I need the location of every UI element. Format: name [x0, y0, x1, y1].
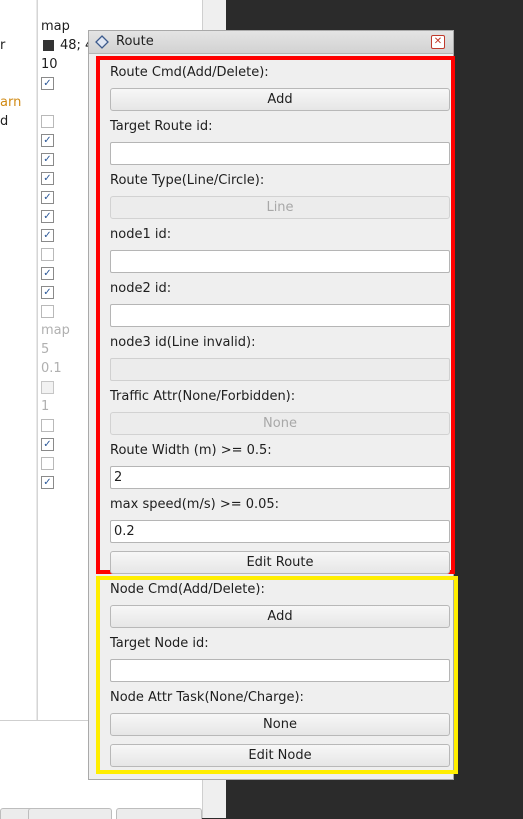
route-type-button[interactable]: Line	[110, 196, 450, 219]
max-speed-label: max speed(m/s) >= 0.05:	[110, 497, 280, 512]
color-swatch[interactable]	[43, 40, 54, 51]
bg-checkbox[interactable]: ✓	[41, 191, 54, 204]
bg-checkbox[interactable]: ✓	[41, 229, 54, 242]
node-section: Node Cmd(Add/Delete): Add Target Node id…	[96, 576, 458, 774]
bg-value: map	[41, 323, 70, 338]
route-dialog: Route ✕ Route Cmd(Add/Delete): Add Targe…	[88, 30, 458, 780]
node3-input[interactable]	[110, 358, 450, 381]
bg-checkbox[interactable]	[41, 381, 54, 394]
route-width-label: Route Width (m) >= 0.5:	[110, 443, 272, 458]
target-route-input[interactable]	[110, 142, 450, 165]
route-cmd-button[interactable]: Add	[110, 88, 450, 111]
bg-checkbox[interactable]	[41, 419, 54, 432]
bg-checkbox[interactable]: ✓	[41, 77, 54, 90]
target-node-label: Target Node id:	[110, 636, 209, 651]
traffic-attr-button[interactable]: None	[110, 412, 450, 435]
bg-checkbox[interactable]: ✓	[41, 210, 54, 223]
bg-value: 0.1	[41, 361, 62, 376]
bg-bottom-button[interactable]	[116, 808, 202, 819]
bg-value: 10	[41, 57, 58, 72]
node-cmd-label: Node Cmd(Add/Delete):	[110, 582, 265, 597]
node1-label: node1 id:	[110, 227, 172, 242]
bg-checkbox[interactable]: ✓	[41, 153, 54, 166]
bg-checkbox[interactable]	[41, 248, 54, 261]
max-speed-input[interactable]: 0.2	[110, 520, 450, 543]
bg-checkbox[interactable]	[41, 457, 54, 470]
bg-checkbox[interactable]: ✓	[41, 438, 54, 451]
route-cmd-label: Route Cmd(Add/Delete):	[110, 65, 269, 80]
node2-input[interactable]	[110, 304, 450, 327]
route-diamond-icon	[95, 35, 109, 49]
node1-input[interactable]	[110, 250, 450, 273]
edit-route-button[interactable]: Edit Route	[110, 551, 450, 574]
node-attr-button[interactable]: None	[110, 713, 450, 736]
bg-checkbox[interactable]: ✓	[41, 134, 54, 147]
bg-value: 5	[41, 342, 50, 357]
node3-label: node3 id(Line invalid):	[110, 335, 256, 350]
bg-label-warning: arn	[0, 95, 22, 110]
node-attr-label: Node Attr Task(None/Charge):	[110, 690, 304, 705]
bg-checkbox[interactable]: ✓	[41, 476, 54, 489]
route-section: Route Cmd(Add/Delete): Add Target Route …	[96, 56, 455, 574]
bg-checkbox[interactable]	[41, 115, 54, 128]
node2-label: node2 id:	[110, 281, 172, 296]
bg-label: r	[0, 38, 6, 53]
bg-bottom-button[interactable]	[28, 808, 112, 819]
edit-node-button[interactable]: Edit Node	[110, 744, 450, 767]
bg-value: 1	[41, 399, 50, 414]
dialog-titlebar[interactable]: Route ✕	[89, 31, 453, 54]
traffic-attr-label: Traffic Attr(None/Forbidden):	[110, 389, 296, 404]
node-cmd-button[interactable]: Add	[110, 605, 450, 628]
dialog-title: Route	[116, 34, 154, 49]
route-type-label: Route Type(Line/Circle):	[110, 173, 265, 188]
target-route-label: Target Route id:	[110, 119, 213, 134]
bg-checkbox[interactable]	[41, 305, 54, 318]
bg-value: map	[41, 19, 70, 34]
route-width-input[interactable]: 2	[110, 466, 450, 489]
target-node-input[interactable]	[110, 659, 450, 682]
bg-label: d	[0, 114, 9, 129]
close-icon[interactable]: ✕	[431, 35, 445, 49]
bg-checkbox[interactable]: ✓	[41, 286, 54, 299]
bg-checkbox[interactable]: ✓	[41, 172, 54, 185]
bg-checkbox[interactable]: ✓	[41, 267, 54, 280]
